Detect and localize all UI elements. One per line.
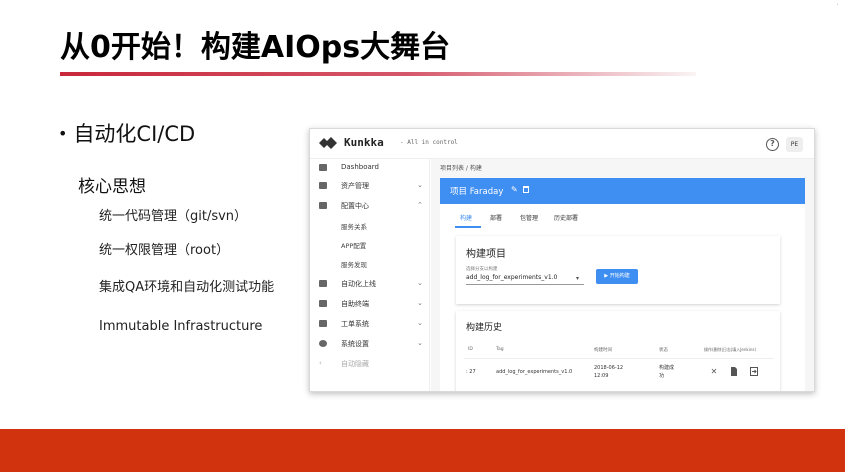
avatar[interactable]: PE [786,137,803,152]
sidebar: Dashboard 资产管理 ⌄ 配置中心 ⌃ 服务关系 APP配置 服务发现 … [310,159,430,391]
sidebar-item-label: 配置中心 [341,202,369,210]
sidebar-subitem-service-relations[interactable]: 服务关系 [341,221,367,231]
column-header-status: 状态 [659,348,668,353]
column-header-actions: 操作(删除|日志|填入Jenkins) [704,347,757,352]
sidebar-item-label: 资产管理 [341,182,369,190]
sidebar-item-dashboard[interactable]: Dashboard [310,159,430,177]
cell-status-line1: 构建成 [659,365,675,371]
project-banner: 项目 Faraday ✎ [440,178,805,204]
monitor-icon [319,300,327,307]
app-tagline: - All in control [400,139,458,146]
gear-icon [319,340,327,347]
tab-deploy-history[interactable]: 历史部署 [554,213,578,222]
chevron-down-icon: ⌄ [417,339,423,347]
sidebar-subitem-app-config[interactable]: APP配置 [341,240,366,250]
dashboard-icon [319,164,327,171]
tab-package-management[interactable]: 包管理 [520,213,538,222]
cell-status-line2: 功 [659,373,665,379]
sidebar-item-label: 自助终端 [341,300,369,308]
start-build-button[interactable]: ▶ 开始构建 [596,269,638,284]
sidebar-item-label: 自动化上线 [341,280,376,288]
branch-select-label: 选择分支以构建 [466,267,498,272]
build-project-card: 构建项目 选择分支以构建 add_log_for_experiments_v1.… [456,236,780,304]
kunkka-logo-icon [319,137,337,149]
chevron-up-icon: ⌃ [417,201,423,209]
edit-icon[interactable]: ✎ [511,185,518,194]
sidebar-item-config-center[interactable]: 配置中心 ⌃ [310,197,430,215]
export-icon[interactable] [750,367,758,376]
sidebar-subitem-service-discovery[interactable]: 服务发现 [341,259,367,269]
sidebar-item-auto-hide[interactable]: ‹ 自动隐藏 [310,355,430,373]
bottom-accent-bar [0,429,845,472]
list-icon [319,182,327,189]
table-divider [464,358,774,359]
bullet-dot-icon: • [58,124,68,143]
sidebar-item-self-terminal[interactable]: 自助终端 ⌄ [310,295,430,313]
sub-heading: 核心思想 [78,177,146,197]
caret-down-icon[interactable]: ▾ [576,275,579,282]
point-permission-management: 统一权限管理（root） [99,243,230,258]
chevron-down-icon: ⌄ [417,299,423,307]
sidebar-item-label: 工单系统 [341,320,369,328]
grid-icon [319,280,327,287]
chevron-down-icon: ⌄ [417,279,423,287]
cell-build-clock: 12:09 [594,373,609,379]
sidebar-item-label: 自动隐藏 [341,360,369,368]
ticket-icon [319,320,327,327]
column-header-tag: Tag [496,347,504,352]
point-code-management: 统一代码管理（git/svn） [99,209,248,224]
sidebar-item-ticket-system[interactable]: 工单系统 ⌄ [310,315,430,333]
chevron-left-icon: ‹ [319,359,322,367]
cell-id: : 27 [466,369,476,375]
breadcrumb[interactable]: 项目列表 / 构建 [440,163,482,172]
sidebar-item-label: 系统设置 [341,340,369,348]
main-content: 项目列表 / 构建 项目 Faraday ✎ 构建 部署 包管理 历史部署 构建… [431,159,814,391]
active-tab-indicator [455,226,481,228]
branch-select[interactable]: add_log_for_experiments_v1.0 [466,274,584,285]
sidebar-item-assets[interactable]: 资产管理 ⌄ [310,177,430,195]
config-icon [319,202,327,209]
tab-build[interactable]: 构建 [460,213,472,222]
trash-icon[interactable] [523,186,529,193]
sidebar-item-system-settings[interactable]: 系统设置 ⌄ [310,335,430,353]
app-screenshot: Kunkka - All in control ? PE Dashboard 资… [309,128,815,392]
main-bullet-text: 自动化CI/CD [73,122,196,146]
corner-decoration: · [835,0,839,11]
history-card-title: 构建历史 [466,323,503,333]
sidebar-item-label: Dashboard [341,163,379,171]
title-underline [60,72,696,76]
column-header-build-time: 构建时间 [594,348,612,353]
point-qa-integration: 集成QA环境和自动化测试功能 [99,280,275,295]
slide-title: 从0开始！构建AIOps大舞台 [60,30,451,65]
app-header: Kunkka - All in control ? PE [310,129,814,159]
project-title: 项目 Faraday [450,187,504,197]
build-card-title: 构建项目 [466,249,506,260]
file-icon[interactable] [730,367,738,376]
main-bullet: • 自动化CI/CD [58,118,195,148]
tab-deploy[interactable]: 部署 [490,213,502,222]
close-icon[interactable]: ✕ [710,367,718,376]
cell-tag: add_log_for_experiments_v1.0 [496,369,573,375]
sidebar-item-auto-deploy[interactable]: 自动化上线 ⌄ [310,275,430,293]
chevron-down-icon: ⌄ [417,319,423,327]
point-immutable-infrastructure: Immutable Infrastructure [99,319,263,334]
app-logo-text: Kunkka [344,136,384,149]
column-header-id: ID [468,347,473,352]
cell-build-date: 2018-06-12 [594,365,624,371]
chevron-down-icon: ⌄ [417,181,423,189]
build-history-card: 构建历史 ID Tag 构建时间 状态 操作(删除|日志|填入Jenkins) … [456,311,780,391]
question-circle-icon[interactable]: ? [766,138,779,151]
